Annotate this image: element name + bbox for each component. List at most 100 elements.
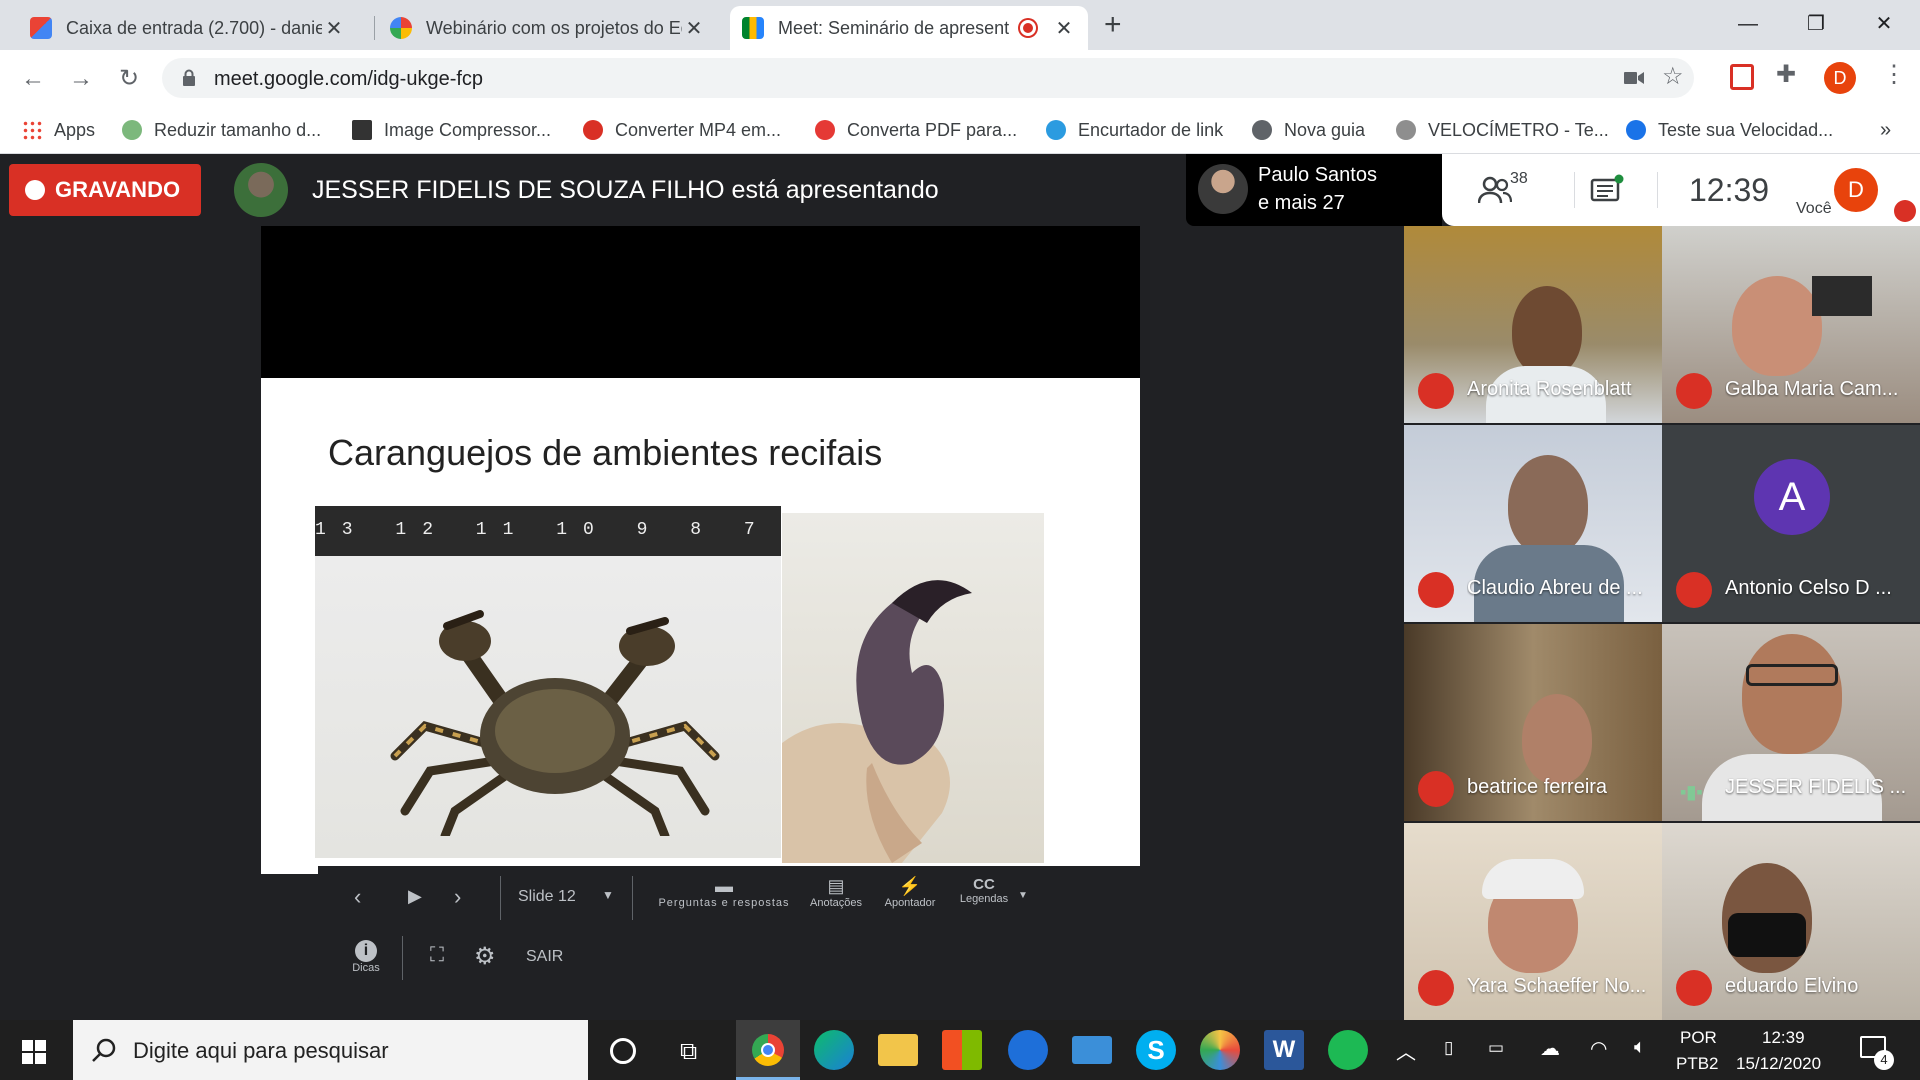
taskbar-chrome-active[interactable] <box>736 1020 800 1080</box>
back-icon[interactable]: ← <box>16 62 50 96</box>
participant-name: Claudio Abreu de ... <box>1467 577 1643 599</box>
others-count: e mais 27 <box>1258 192 1345 214</box>
mail-icon[interactable] <box>1072 1036 1112 1064</box>
close-window-icon[interactable]: ✕ <box>1864 8 1904 40</box>
new-tab-button[interactable]: + <box>1104 8 1122 42</box>
bookmark-label: Converter MP4 em... <box>615 119 782 140</box>
tab-gmail[interactable]: Caixa de entrada (2.700) - daniel ✕ <box>18 6 358 50</box>
volume-icon[interactable]: 🔈︎ <box>1634 1036 1646 1059</box>
search-icon <box>92 1038 116 1062</box>
word-icon[interactable]: W <box>1264 1030 1304 1070</box>
bookmark-image-compressor[interactable]: Image Compressor... <box>352 118 551 142</box>
self-muted-mic-icon <box>1894 200 1916 222</box>
address-bar[interactable]: meet.google.com/idg-ukge-fcp ☆ <box>162 58 1694 98</box>
camera-icon[interactable] <box>1624 70 1644 86</box>
participant-tile[interactable]: beatrice ferreira <box>1404 624 1662 821</box>
network-app-icon[interactable] <box>1008 1030 1048 1070</box>
close-icon[interactable]: ✕ <box>682 16 706 41</box>
paint-icon[interactable] <box>1200 1030 1240 1070</box>
star-icon[interactable]: ☆ <box>1662 62 1684 91</box>
bookmarks-more-button[interactable]: » <box>1880 118 1891 142</box>
restore-icon[interactable]: ❐ <box>1796 8 1836 40</box>
edge-icon[interactable] <box>814 1030 854 1070</box>
minimize-icon[interactable]: — <box>1728 8 1768 40</box>
next-slide-icon[interactable]: › <box>454 884 461 910</box>
chevron-up-icon[interactable]: ︿ <box>1396 1036 1416 1065</box>
exit-button[interactable]: SAIR <box>526 948 563 966</box>
bookmark-encurtador[interactable]: Encurtador de link <box>1046 118 1223 142</box>
spotify-icon[interactable] <box>1328 1030 1368 1070</box>
bookmark-label: Encurtador de link <box>1078 119 1224 140</box>
participant-tile[interactable]: A Antonio Celso D ... <box>1662 425 1920 622</box>
slide-select[interactable]: Slide 12 <box>518 888 576 906</box>
taskbar-time[interactable]: 12:39 <box>1762 1028 1805 1048</box>
chevron-down-icon[interactable]: ▼ <box>1018 890 1028 901</box>
cortana-icon[interactable] <box>610 1038 636 1064</box>
taskbar-date[interactable]: 15/12/2020 <box>1736 1054 1821 1074</box>
store-icon[interactable] <box>942 1030 982 1070</box>
captions-button[interactable]: CC Legendas <box>952 876 1016 905</box>
participant-tile[interactable]: Aronita Rosenblatt <box>1404 226 1662 423</box>
menu-icon[interactable]: ⋮ <box>1882 60 1906 89</box>
chat-icon[interactable] <box>1590 174 1624 206</box>
close-icon[interactable]: ✕ <box>1052 16 1076 41</box>
tab-meet[interactable]: Meet: Seminário de apresent ✕ <box>730 6 1088 50</box>
qa-button[interactable]: ▬ Perguntas e respostas <box>654 876 794 909</box>
skype-icon[interactable]: S <box>1136 1030 1176 1070</box>
bookmark-converter-mp4[interactable]: Converter MP4 em... <box>583 118 781 142</box>
file-explorer-icon[interactable] <box>878 1034 918 1066</box>
participant-tile[interactable]: Galba Maria Cam... <box>1662 226 1920 423</box>
windows-start-icon[interactable] <box>22 1040 46 1064</box>
bookmark-apps[interactable]: Apps <box>22 118 95 142</box>
pointer-button[interactable]: ⚡ Apontador <box>878 876 942 909</box>
participant-tile[interactable]: ▪▮▪ JESSER FIDELIS ... <box>1662 624 1920 821</box>
previous-slide-icon[interactable]: ‹ <box>354 884 361 910</box>
reload-icon[interactable]: ↻ <box>112 62 146 96</box>
language-bottom[interactable]: PTB2 <box>1676 1054 1719 1074</box>
profile-avatar[interactable]: D <box>1824 62 1856 94</box>
battery-icon[interactable]: ▭ <box>1488 1038 1504 1058</box>
taskbar-search-box[interactable]: Digite aqui para pesquisar <box>73 1020 588 1080</box>
info-icon: i <box>355 940 377 962</box>
forward-icon[interactable]: → <box>64 62 98 96</box>
play-icon[interactable]: ▶ <box>408 886 422 907</box>
other-participants[interactable]: Paulo Santos e mais 27 <box>1186 154 1442 226</box>
ruler-markings: 13 12 11 10 9 8 7 6 5 <box>315 520 781 540</box>
question-answer-icon: ▬ <box>715 876 733 896</box>
device-icon[interactable]: ▯ <box>1444 1038 1453 1058</box>
slide-title: Caranguejos de ambientes recifais <box>328 432 883 473</box>
fullscreen-icon[interactable]: ⛶ <box>430 944 444 967</box>
onedrive-icon[interactable]: ☁ <box>1540 1036 1560 1061</box>
tab-title: Caixa de entrada (2.700) - daniel <box>66 17 322 38</box>
language-top[interactable]: POR <box>1680 1028 1717 1048</box>
participant-tile[interactable]: Yara Schaeffer No... <box>1404 823 1662 1020</box>
notes-label: Anotações <box>810 897 862 909</box>
close-icon[interactable]: ✕ <box>322 16 346 41</box>
gmail-icon <box>30 17 52 39</box>
tab-webinar[interactable]: Webinário com os projetos do Ed ✕ <box>378 6 718 50</box>
slide-top-area <box>261 226 1140 378</box>
bookmark-converta-pdf[interactable]: Converta PDF para... <box>815 118 1017 142</box>
bookmark-nova-guia[interactable]: Nova guia <box>1252 118 1365 142</box>
people-icon[interactable] <box>1478 176 1512 204</box>
wifi-icon[interactable]: ◠ <box>1590 1036 1607 1061</box>
extension-icon[interactable] <box>1730 64 1754 90</box>
muted-mic-icon <box>1418 572 1454 608</box>
tips-button[interactable]: i Dicas <box>348 940 384 974</box>
settings-gear-icon[interactable]: ⚙ <box>474 942 496 971</box>
self-avatar[interactable]: D <box>1834 168 1878 212</box>
task-view-icon[interactable]: ⧉ <box>680 1038 697 1066</box>
speedometer-icon <box>1396 120 1416 140</box>
convert-icon <box>583 120 603 140</box>
bookmark-velocimetro[interactable]: VELOCÍMETRO - Te... <box>1396 118 1609 142</box>
bookmark-reduzir[interactable]: Reduzir tamanho d... <box>122 118 321 142</box>
puzzle-icon[interactable]: ✚ <box>1776 60 1796 89</box>
notes-button[interactable]: ▤ Anotações <box>804 876 868 909</box>
heart-icon <box>815 120 835 140</box>
participant-tile[interactable]: Claudio Abreu de ... <box>1404 425 1662 622</box>
chevron-down-icon[interactable]: ▼ <box>602 888 614 902</box>
participant-tile[interactable]: eduardo Elvino <box>1662 823 1920 1020</box>
meet-info-panel: 38 12:39 Você D <box>1442 154 1920 226</box>
bookmark-teste-velocidade[interactable]: Teste sua Velocidad... <box>1626 118 1833 142</box>
speed-test-icon <box>1626 120 1646 140</box>
